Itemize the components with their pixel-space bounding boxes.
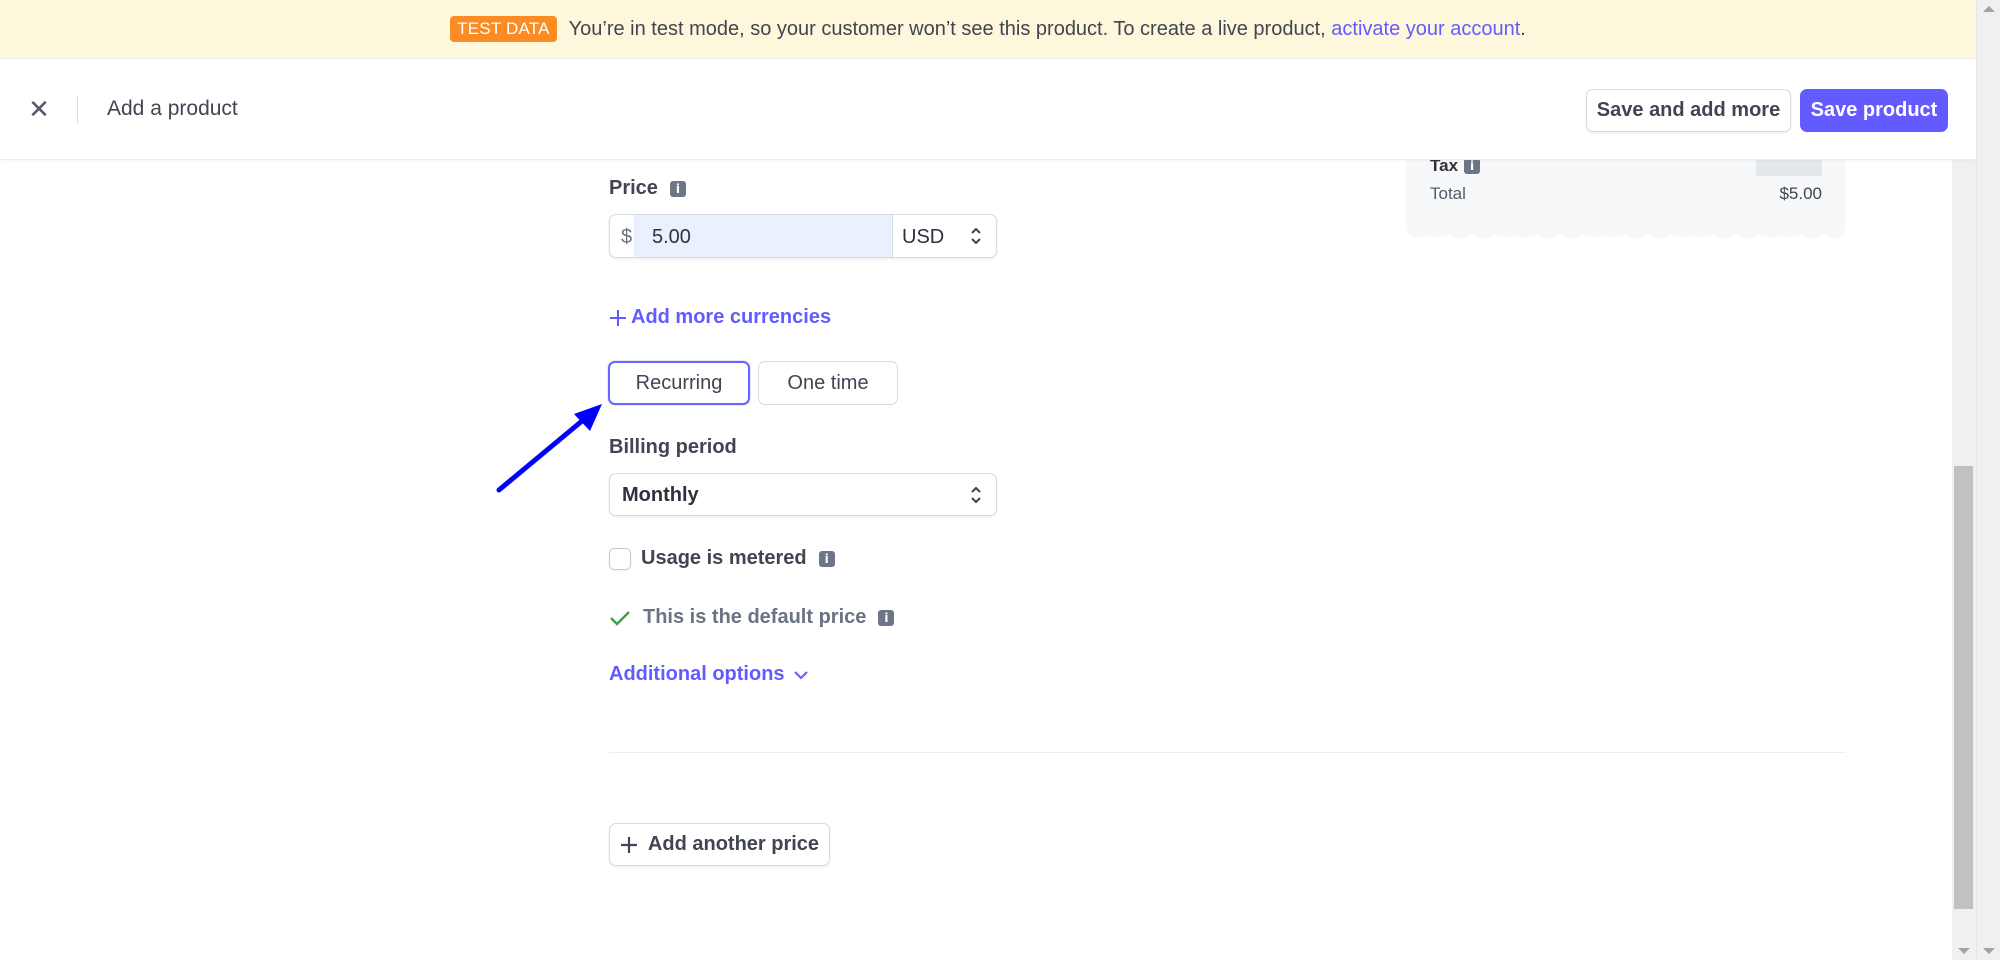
default-price-row: This is the default price i	[609, 606, 895, 629]
info-icon[interactable]: i	[818, 550, 835, 567]
billing-period-select[interactable]: Monthly	[609, 473, 997, 516]
plus-icon	[610, 309, 626, 326]
billing-period-label: Billing period	[609, 436, 737, 459]
one-time-option[interactable]: One time	[758, 361, 898, 405]
close-icon[interactable]: ✕	[28, 96, 50, 122]
scroll-down-arrow-icon[interactable]	[1983, 948, 1995, 954]
additional-options-toggle[interactable]: Additional options	[609, 663, 809, 686]
currency-symbol: $	[621, 226, 633, 248]
content-scrollbar-thumb[interactable]	[1954, 466, 1973, 909]
price-label: Price i	[609, 177, 686, 200]
input-separator	[892, 215, 893, 257]
billing-period-value: Monthly	[622, 484, 699, 506]
add-more-currencies-link[interactable]: Add more currencies	[609, 306, 831, 329]
billing-period-label-text: Billing period	[609, 436, 737, 458]
preview-tax-placeholder	[1756, 158, 1822, 176]
preview-total-value: $5.00	[1779, 184, 1822, 203]
page-scrollbar[interactable]	[1976, 0, 2000, 960]
section-divider	[609, 752, 1846, 753]
price-label-text: Price	[609, 177, 658, 199]
page-header: ✕ Add a product Save and add more Save p…	[0, 59, 1976, 160]
save-product-button[interactable]: Save product	[1800, 89, 1948, 132]
banner-period: .	[1520, 17, 1526, 40]
test-mode-banner: TEST DATA You’re in test mode, so your c…	[0, 0, 1976, 59]
currency-select[interactable]: USD	[902, 226, 944, 249]
banner-message: You’re in test mode, so your customer wo…	[568, 17, 1332, 40]
price-amount-input[interactable]: 5.00	[634, 215, 892, 257]
chevron-up-down-icon	[971, 227, 981, 245]
receipt-edge	[1406, 232, 1846, 238]
test-data-badge: TEST DATA	[450, 16, 557, 42]
info-icon[interactable]: i	[878, 609, 895, 626]
save-and-add-more-button[interactable]: Save and add more	[1586, 89, 1791, 132]
scroll-down-arrow-icon[interactable]	[1958, 948, 1970, 954]
additional-options-text: Additional options	[609, 663, 785, 685]
info-icon[interactable]: i	[1464, 158, 1481, 174]
preview-total-label: Total	[1430, 184, 1466, 203]
info-icon[interactable]: i	[669, 180, 686, 197]
page-title: Add a product	[107, 97, 238, 120]
recurring-option[interactable]: Recurring	[608, 361, 750, 405]
usage-metered-label: Usage is metered	[641, 547, 807, 569]
add-more-currencies-text: Add more currencies	[631, 306, 832, 328]
add-another-price-text: Add another price	[647, 833, 820, 855]
default-price-text: This is the default price	[643, 606, 867, 628]
checkmark-icon	[610, 610, 630, 626]
activate-account-link[interactable]: activate your account	[1331, 18, 1520, 41]
usage-metered-checkbox[interactable]	[609, 548, 631, 570]
chevron-up-down-icon	[971, 486, 981, 504]
scroll-up-arrow-icon[interactable]	[1983, 6, 1995, 12]
plus-icon	[620, 836, 637, 853]
add-another-price-button[interactable]: Add another price	[609, 823, 830, 866]
usage-metered-row: Usage is metered i	[641, 547, 835, 570]
chevron-down-icon	[793, 670, 808, 679]
price-input-group: $ 5.00 USD	[609, 214, 997, 258]
header-divider	[77, 97, 78, 123]
content-scrollbar[interactable]	[1952, 160, 1976, 960]
